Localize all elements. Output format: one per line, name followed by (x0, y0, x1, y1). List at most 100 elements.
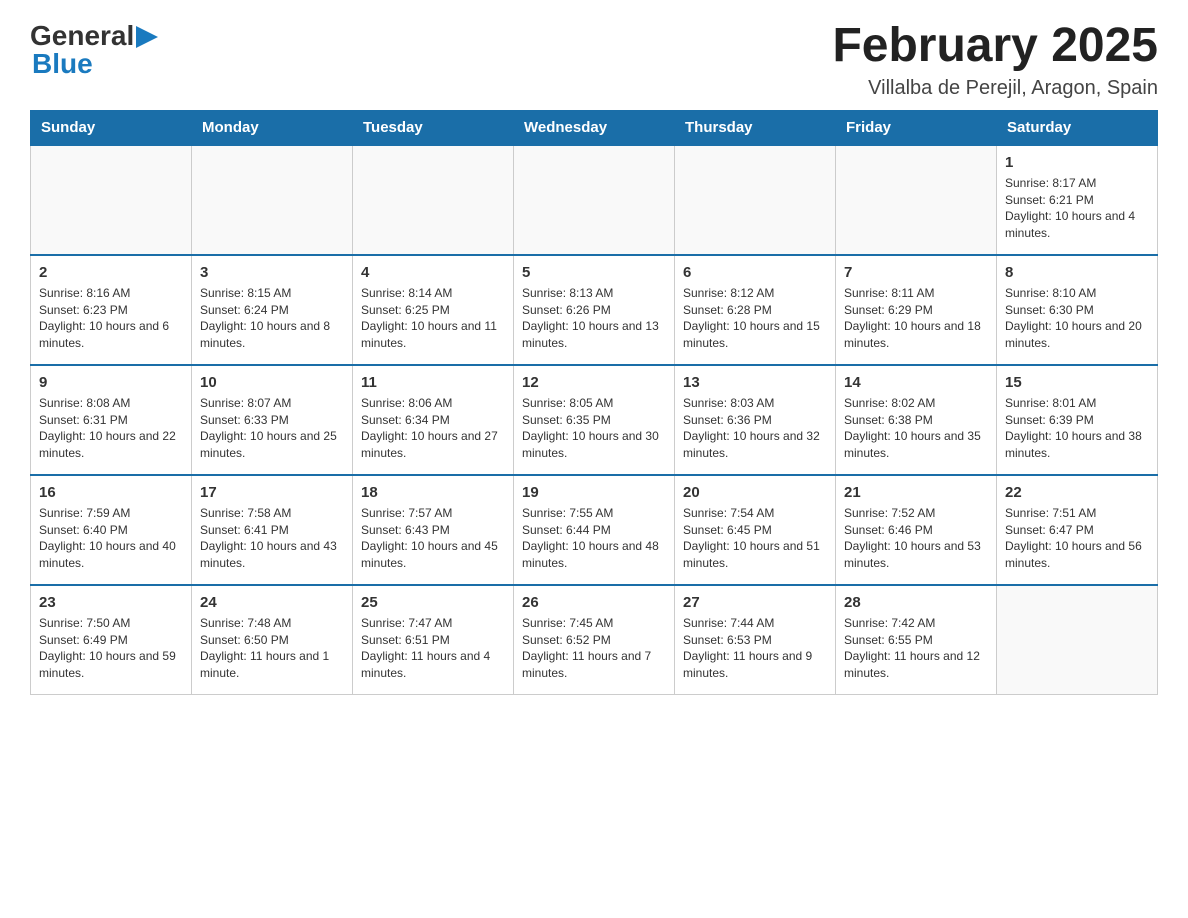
day-info: Sunset: 6:51 PM (361, 632, 505, 649)
calendar-cell (836, 145, 997, 255)
day-number: 1 (1005, 152, 1149, 173)
week-row-3: 9Sunrise: 8:08 AMSunset: 6:31 PMDaylight… (31, 365, 1158, 475)
day-info: Sunset: 6:39 PM (1005, 412, 1149, 429)
day-info: Sunrise: 7:55 AM (522, 505, 666, 522)
calendar-cell: 7 Sunrise: 8:11 AMSunset: 6:29 PMDaylight… (836, 255, 997, 365)
day-info: Sunrise: 7:58 AM (200, 505, 344, 522)
day-info: Daylight: 10 hours and 40 minutes. (39, 538, 183, 572)
day-info: Daylight: 10 hours and 13 minutes. (522, 318, 666, 352)
day-info: Sunset: 6:31 PM (39, 412, 183, 429)
day-number: 26 (522, 592, 666, 613)
day-info: Daylight: 11 hours and 4 minutes. (361, 648, 505, 682)
calendar-cell: 8Sunrise: 8:10 AMSunset: 6:30 PMDaylight… (997, 255, 1158, 365)
day-info: Sunrise: 7:51 AM (1005, 505, 1149, 522)
calendar-cell: 17Sunrise: 7:58 AMSunset: 6:41 PMDayligh… (192, 475, 353, 585)
day-info: Daylight: 10 hours and 35 minutes. (844, 428, 988, 462)
day-info: Daylight: 10 hours and 59 minutes. (39, 648, 183, 682)
day-info: Daylight: 10 hours and 38 minutes. (1005, 428, 1149, 462)
calendar-cell (514, 145, 675, 255)
day-info: Sunset: 6:26 PM (522, 302, 666, 319)
day-info: Daylight: 10 hours and 6 minutes. (39, 318, 183, 352)
day-info: Daylight: 10 hours and 22 minutes. (39, 428, 183, 462)
calendar-cell: 3Sunrise: 8:15 AMSunset: 6:24 PMDaylight… (192, 255, 353, 365)
weekday-header-thursday: Thursday (675, 110, 836, 145)
week-row-1: 1Sunrise: 8:17 AMSunset: 6:21 PMDaylight… (31, 145, 1158, 255)
day-info: Sunset: 6:41 PM (200, 522, 344, 539)
day-info: Sunrise: 8:16 AM (39, 285, 183, 302)
day-info: Sunset: 6:35 PM (522, 412, 666, 429)
day-info: Sunset: 6:52 PM (522, 632, 666, 649)
day-number: 5 (522, 262, 666, 283)
day-info: Sunset: 6:28 PM (683, 302, 827, 319)
calendar-cell: 19Sunrise: 7:55 AMSunset: 6:44 PMDayligh… (514, 475, 675, 585)
weekday-header-monday: Monday (192, 110, 353, 145)
day-info: Sunrise: 7:48 AM (200, 615, 344, 632)
day-info: Daylight: 10 hours and 32 minutes. (683, 428, 827, 462)
day-number: 7 (844, 262, 988, 283)
day-info: Daylight: 10 hours and 11 minutes. (361, 318, 505, 352)
day-info: Daylight: 10 hours and 30 minutes. (522, 428, 666, 462)
day-info: Sunrise: 8:12 AM (683, 285, 827, 302)
week-row-4: 16Sunrise: 7:59 AMSunset: 6:40 PMDayligh… (31, 475, 1158, 585)
day-info: Sunset: 6:25 PM (361, 302, 505, 319)
calendar-cell: 5 Sunrise: 8:13 AMSunset: 6:26 PMDaylight… (514, 255, 675, 365)
day-number: 11 (361, 372, 505, 393)
day-info: Sunrise: 7:45 AM (522, 615, 666, 632)
day-info: Sunrise: 7:57 AM (361, 505, 505, 522)
day-info: Sunset: 6:38 PM (844, 412, 988, 429)
day-info: Sunrise: 8:02 AM (844, 395, 988, 412)
calendar-cell: 18Sunrise: 7:57 AMSunset: 6:43 PMDayligh… (353, 475, 514, 585)
month-title: February 2025 (832, 20, 1158, 73)
day-info: Sunset: 6:46 PM (844, 522, 988, 539)
day-info: Sunrise: 8:11 AM (844, 285, 988, 302)
calendar-cell: 27Sunrise: 7:44 AMSunset: 6:53 PMDayligh… (675, 585, 836, 695)
day-info: Sunrise: 8:06 AM (361, 395, 505, 412)
day-info: Sunset: 6:55 PM (844, 632, 988, 649)
day-info: Sunset: 6:29 PM (844, 302, 988, 319)
day-info: Sunset: 6:40 PM (39, 522, 183, 539)
day-info: Daylight: 11 hours and 1 minute. (200, 648, 344, 682)
logo: General Blue (30, 20, 158, 80)
day-number: 4 (361, 262, 505, 283)
day-number: 25 (361, 592, 505, 613)
day-info: Daylight: 10 hours and 43 minutes. (200, 538, 344, 572)
calendar-cell: 13Sunrise: 8:03 AMSunset: 6:36 PMDayligh… (675, 365, 836, 475)
calendar-cell: 12Sunrise: 8:05 AMSunset: 6:35 PMDayligh… (514, 365, 675, 475)
day-info: Sunset: 6:47 PM (1005, 522, 1149, 539)
calendar-cell (353, 145, 514, 255)
calendar-cell: 2 Sunrise: 8:16 AMSunset: 6:23 PMDaylight… (31, 255, 192, 365)
day-info: Sunset: 6:30 PM (1005, 302, 1149, 319)
day-info: Sunrise: 8:15 AM (200, 285, 344, 302)
day-info: Daylight: 10 hours and 51 minutes. (683, 538, 827, 572)
week-row-5: 23Sunrise: 7:50 AMSunset: 6:49 PMDayligh… (31, 585, 1158, 695)
day-info: Daylight: 10 hours and 15 minutes. (683, 318, 827, 352)
day-info: Sunrise: 8:17 AM (1005, 175, 1149, 192)
day-info: Sunset: 6:33 PM (200, 412, 344, 429)
day-number: 3 (200, 262, 344, 283)
calendar-cell (675, 145, 836, 255)
day-number: 13 (683, 372, 827, 393)
day-info: Daylight: 10 hours and 27 minutes. (361, 428, 505, 462)
day-info: Daylight: 10 hours and 18 minutes. (844, 318, 988, 352)
calendar-cell: 4 Sunrise: 8:14 AMSunset: 6:25 PMDaylight… (353, 255, 514, 365)
day-number: 9 (39, 372, 183, 393)
day-number: 24 (200, 592, 344, 613)
day-info: Daylight: 10 hours and 45 minutes. (361, 538, 505, 572)
day-number: 28 (844, 592, 988, 613)
calendar-cell: 23Sunrise: 7:50 AMSunset: 6:49 PMDayligh… (31, 585, 192, 695)
weekday-header-tuesday: Tuesday (353, 110, 514, 145)
weekday-header-friday: Friday (836, 110, 997, 145)
day-info: Sunrise: 7:54 AM (683, 505, 827, 522)
day-info: Sunset: 6:23 PM (39, 302, 183, 319)
day-number: 2 (39, 262, 183, 283)
day-info: Sunrise: 7:42 AM (844, 615, 988, 632)
day-info: Sunrise: 7:59 AM (39, 505, 183, 522)
day-number: 19 (522, 482, 666, 503)
day-info: Sunrise: 8:08 AM (39, 395, 183, 412)
day-info: Daylight: 10 hours and 4 minutes. (1005, 208, 1149, 242)
day-info: Sunrise: 8:13 AM (522, 285, 666, 302)
day-info: Sunrise: 8:14 AM (361, 285, 505, 302)
day-info: Daylight: 10 hours and 53 minutes. (844, 538, 988, 572)
calendar-cell: 15Sunrise: 8:01 AMSunset: 6:39 PMDayligh… (997, 365, 1158, 475)
day-number: 10 (200, 372, 344, 393)
